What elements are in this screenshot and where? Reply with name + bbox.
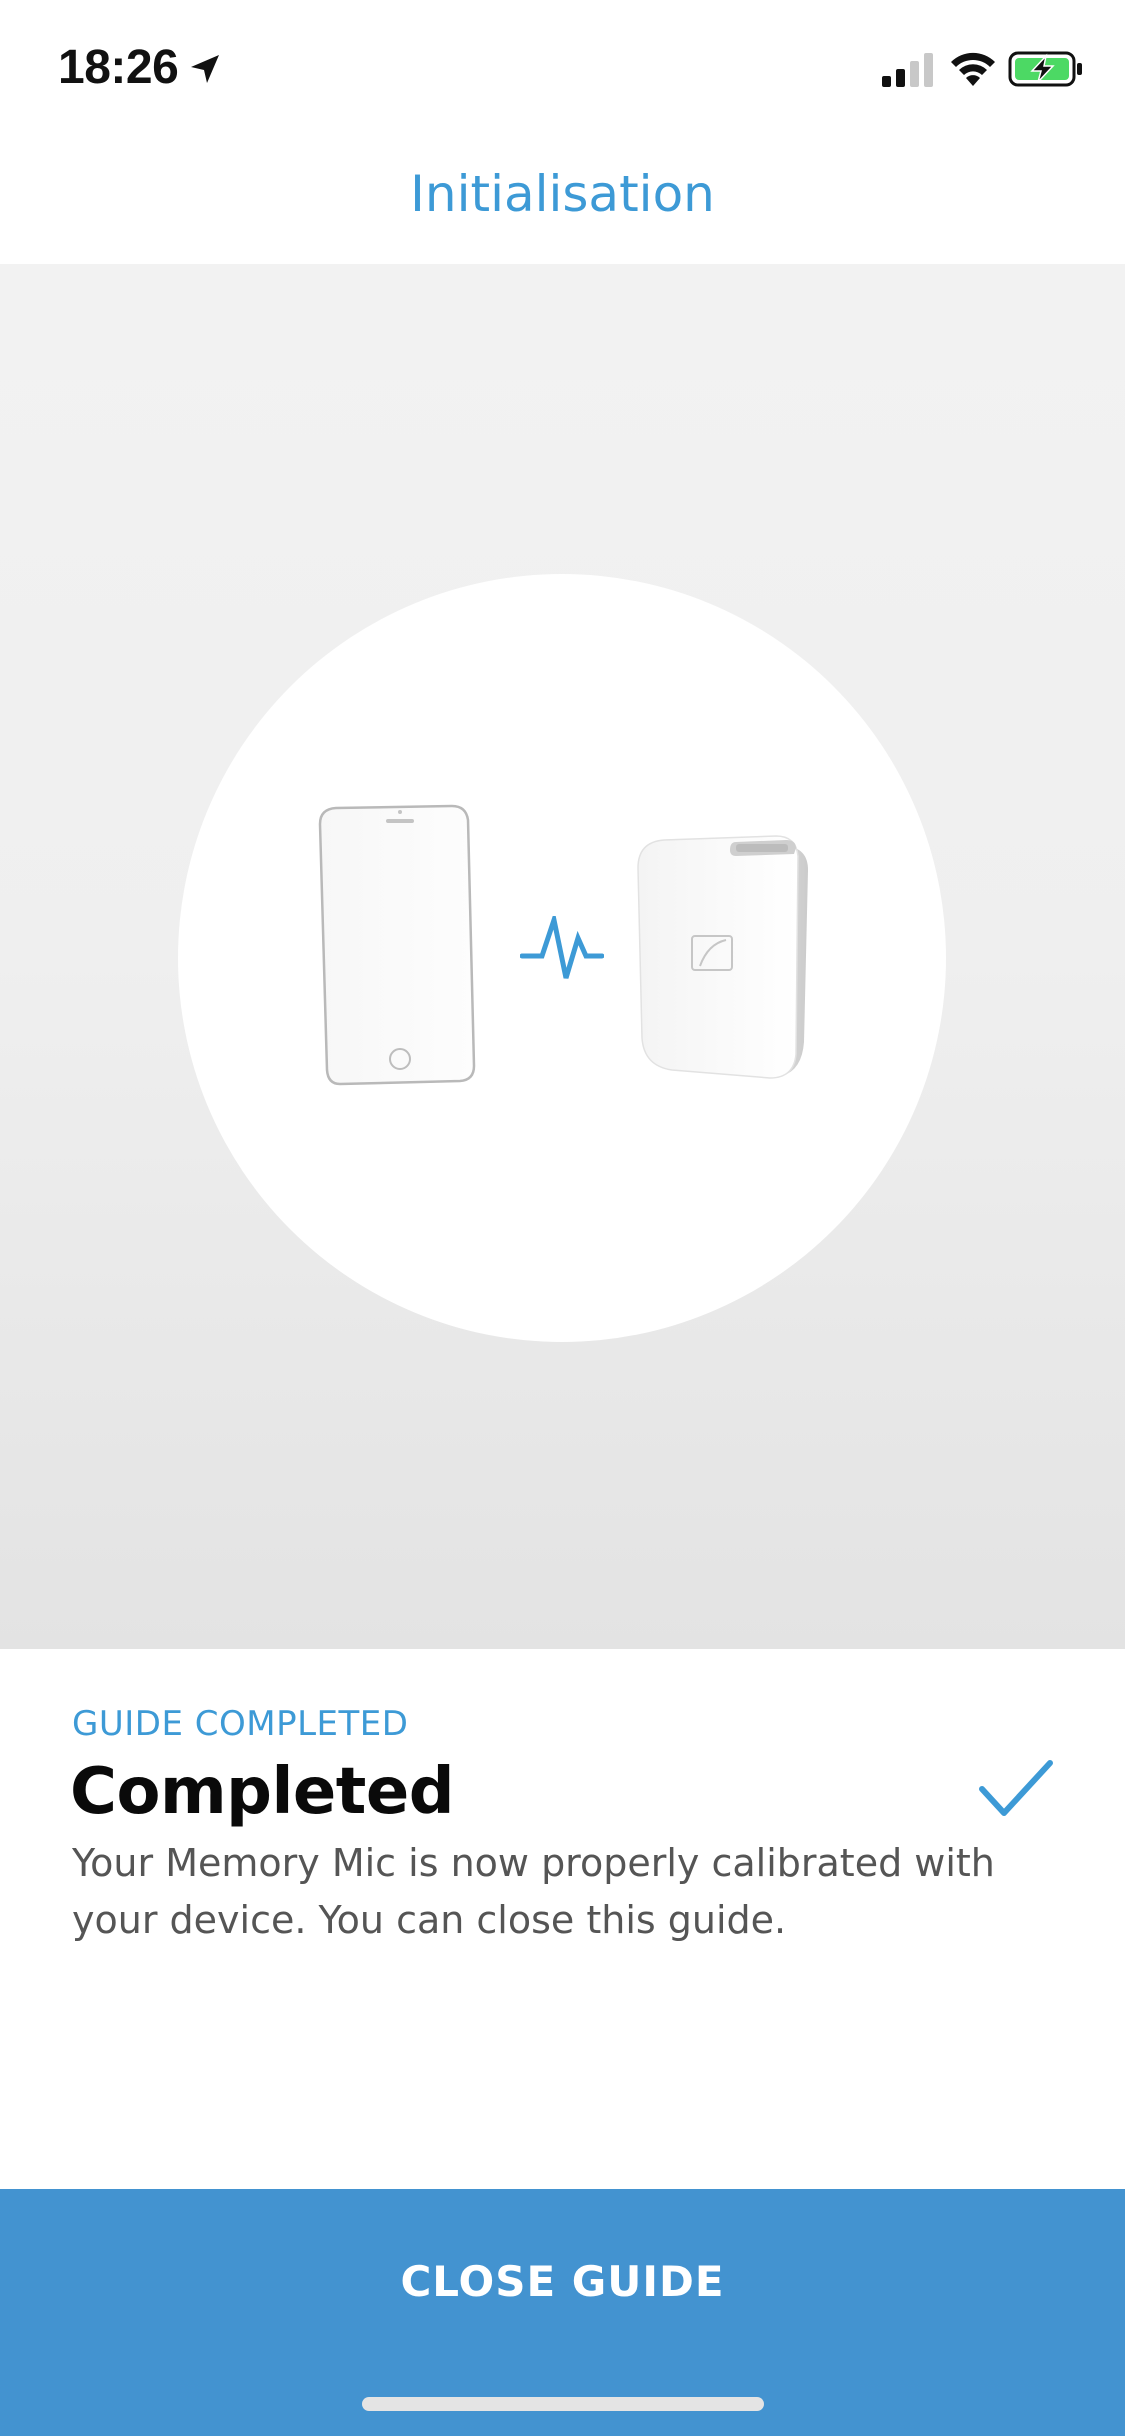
- connection-icon: [520, 916, 604, 979]
- guide-step-description: Your Memory Mic is now properly calibrat…: [72, 1841, 995, 1942]
- guide-step-label: GUIDE COMPLETED: [72, 1704, 409, 1744]
- memory-mic-illustration: [637, 835, 808, 1079]
- status-bar: 18:26: [0, 0, 1125, 130]
- guide-content: GUIDE COMPLETED Completed Your Memory Mi…: [0, 1649, 1125, 2189]
- close-guide-button-label: CLOSE GUIDE: [400, 2257, 725, 2306]
- header: Initialisation: [0, 130, 1125, 264]
- home-indicator[interactable]: [362, 2397, 764, 2411]
- battery-charging-icon: [1008, 51, 1082, 87]
- location-arrow-icon: [191, 55, 219, 83]
- wifi-icon: [951, 52, 995, 86]
- guide-step-title: Completed: [70, 1755, 455, 1829]
- illustration-area: [0, 264, 1125, 1649]
- checkmark-icon: [979, 1760, 1053, 1816]
- screen: 18:26 Initialisation GUIDE COMPLETED Com…: [0, 0, 1125, 2436]
- cellular-signal-icon: [882, 53, 933, 87]
- page-title: Initialisation: [410, 165, 715, 223]
- phone-illustration: [318, 804, 476, 1086]
- status-time: 18:26: [58, 41, 179, 94]
